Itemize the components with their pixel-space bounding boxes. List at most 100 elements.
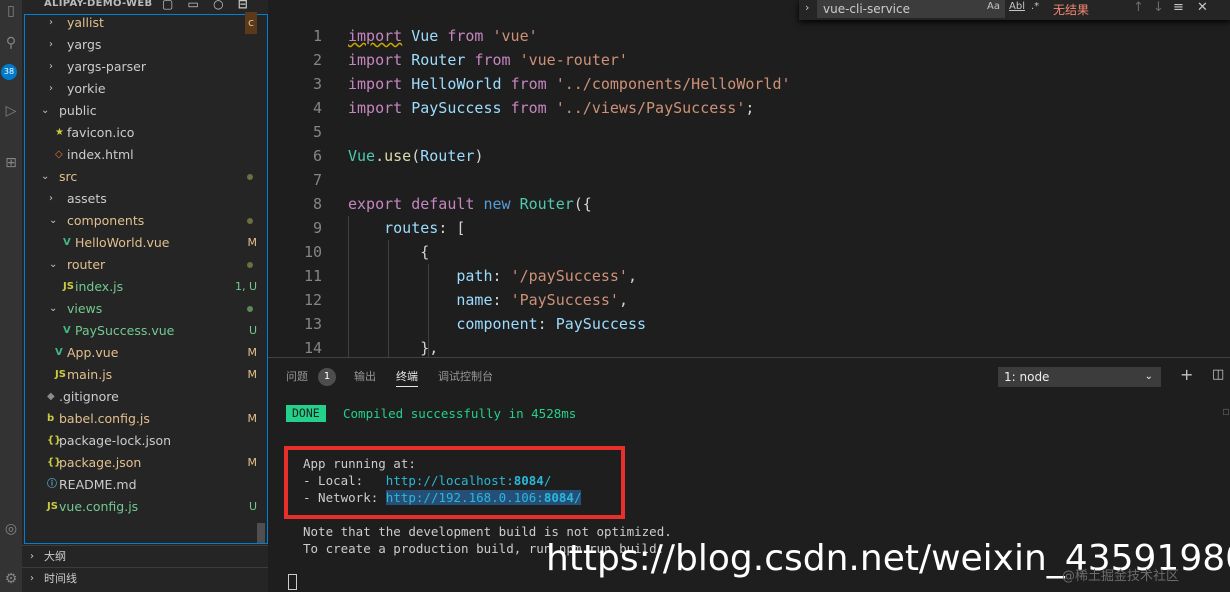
- collapse-all-icon[interactable]: ⊟: [238, 0, 248, 11]
- code-text: import Vue from 'vue': [348, 27, 538, 45]
- tree-item[interactable]: JS vue.config.js U: [25, 496, 267, 518]
- timeline-label: 时间线: [44, 572, 77, 585]
- tree-item[interactable]: ◆ .gitignore: [25, 386, 267, 408]
- tree-item[interactable]: ⌄ src: [25, 166, 267, 188]
- modified-dot: [247, 218, 253, 224]
- modified-dot: [247, 174, 253, 180]
- tree-item[interactable]: ⌄ views: [25, 298, 267, 320]
- code-line[interactable]: 7: [268, 168, 1230, 192]
- outline-section[interactable]: › 大纲: [22, 545, 268, 567]
- tree-scrollbar[interactable]: [257, 523, 265, 543]
- regex-toggle[interactable]: .*: [1031, 1, 1039, 12]
- refresh-icon[interactable]: ○: [213, 0, 223, 11]
- chevron-right-icon: ›: [49, 61, 53, 72]
- code-text: routes: [: [384, 219, 466, 237]
- tree-item[interactable]: {} package-lock.json: [25, 430, 267, 452]
- new-file-icon[interactable]: ▢: [162, 0, 173, 11]
- match-word-toggle[interactable]: Abl: [1009, 1, 1025, 12]
- tree-item[interactable]: › yargs-parser: [25, 56, 267, 78]
- run-icon[interactable]: ▷: [2, 102, 20, 120]
- git-status: U: [248, 500, 257, 513]
- tree-item[interactable]: V PaySuccess.vue U: [25, 320, 267, 342]
- tree-item[interactable]: › assets: [25, 188, 267, 210]
- tab-problems[interactable]: 问题: [286, 368, 308, 384]
- tree-item[interactable]: ⌄ public: [25, 100, 267, 122]
- code-line[interactable]: 9 routes: [: [268, 216, 1230, 240]
- code-text: import Router from 'vue-router': [348, 51, 628, 69]
- code-line[interactable]: 12 name: 'PaySuccess',: [268, 288, 1230, 312]
- js-file-icon: JS: [55, 369, 66, 380]
- files-icon[interactable]: ▯: [2, 2, 20, 20]
- tree-item-label: PaySuccess.vue: [75, 323, 175, 338]
- code-line[interactable]: 5: [268, 120, 1230, 144]
- code-line[interactable]: 10 {: [268, 240, 1230, 264]
- match-case-toggle[interactable]: Aa: [987, 1, 1000, 12]
- find-widget: › vue-cli-service Aa Abl .* 无结果 ↑ ↓ ≡ ✕: [799, 0, 1230, 20]
- new-terminal-icon[interactable]: +: [1180, 365, 1193, 384]
- tree-item[interactable]: ★ favicon.ico: [25, 122, 267, 144]
- git-status: M: [247, 346, 258, 359]
- tree-item[interactable]: {} package.json M: [25, 452, 267, 474]
- code-editor[interactable]: 1 import Vue from 'vue' 2 import Router fro…: [268, 0, 1230, 357]
- previous-match-icon[interactable]: ↑: [1133, 0, 1144, 15]
- code-line[interactable]: 4 import PaySuccess from '../views/PaySuc…: [268, 96, 1230, 120]
- js-file-icon: JS: [47, 501, 58, 512]
- code-line[interactable]: 8 export default new Router({: [268, 192, 1230, 216]
- info-icon: ⓘ: [47, 479, 57, 490]
- find-in-selection-icon[interactable]: ≡: [1173, 0, 1184, 15]
- close-icon[interactable]: ✕: [1197, 0, 1208, 15]
- tree-item[interactable]: › yallist c: [25, 12, 267, 34]
- split-terminal-icon[interactable]: ◫: [1212, 367, 1224, 382]
- explorer-header: ALIPAY-DEMO-WEB ▢ ▭ ○ ⊟: [22, 0, 268, 12]
- tree-item[interactable]: ⓘ README.md: [25, 474, 267, 496]
- timeline-section[interactable]: › 时间线: [22, 567, 268, 589]
- tree-item-label: index.js: [75, 279, 124, 294]
- explorer-sidebar: ALIPAY-DEMO-WEB ▢ ▭ ○ ⊟ › yallist c › yargs ›…: [22, 0, 268, 592]
- tree-item[interactable]: › yargs: [25, 34, 267, 56]
- indent-guide: [348, 216, 349, 357]
- code-line[interactable]: 3 import HelloWorld from '../components/H…: [268, 72, 1230, 96]
- toggle-replace-icon[interactable]: ›: [805, 1, 809, 14]
- code-line[interactable]: 13 component: PaySuccess: [268, 312, 1230, 336]
- project-title[interactable]: ALIPAY-DEMO-WEB: [44, 0, 152, 9]
- tree-item[interactable]: JS main.js M: [25, 364, 267, 386]
- terminal-select[interactable]: 1: node ⌄: [998, 367, 1161, 387]
- tree-item[interactable]: V HelloWorld.vue M: [25, 232, 267, 254]
- line-number: 2: [312, 51, 322, 69]
- line-number: 3: [312, 75, 322, 93]
- tab-output[interactable]: 输出: [354, 368, 376, 384]
- terminal-select-value: 1: node: [1004, 370, 1050, 384]
- code-line[interactable]: 6 Vue.use(Router): [268, 144, 1230, 168]
- tree-item[interactable]: V App.vue M: [25, 342, 267, 364]
- new-folder-icon[interactable]: ▭: [188, 0, 199, 11]
- extensions-icon[interactable]: ⊞: [2, 154, 20, 172]
- tree-item[interactable]: ⌄ router: [25, 254, 267, 276]
- code-line[interactable]: 2 import Router from 'vue-router': [268, 48, 1230, 72]
- search-icon[interactable]: ⚲: [2, 34, 20, 52]
- vue-file-icon: V: [55, 347, 63, 358]
- code-line[interactable]: 14 },: [268, 336, 1230, 357]
- account-icon[interactable]: ◎: [2, 520, 20, 538]
- tree-item-label: README.md: [59, 477, 137, 492]
- tree-item-label: main.js: [67, 367, 113, 382]
- chevron-down-icon: ⌄: [49, 215, 58, 226]
- tree-item[interactable]: ◇ index.html: [25, 144, 267, 166]
- explorer-actions: ▢ ▭ ○ ⊟: [162, 0, 248, 11]
- tree-item[interactable]: JS index.js 1, U: [25, 276, 267, 298]
- tab-debug-console[interactable]: 调试控制台: [438, 368, 493, 384]
- tree-item-label: HelloWorld.vue: [75, 235, 170, 250]
- code-line[interactable]: 11 path: '/paySuccess',: [268, 264, 1230, 288]
- tab-terminal[interactable]: 终端: [396, 368, 418, 387]
- tree-item[interactable]: b babel.config.js M: [25, 408, 267, 430]
- settings-gear-icon[interactable]: ⚙: [2, 570, 20, 588]
- next-match-icon[interactable]: ↓: [1153, 0, 1164, 15]
- code-line[interactable]: 1 import Vue from 'vue': [268, 24, 1230, 48]
- tree-item-label: favicon.ico: [67, 125, 135, 140]
- tree-item[interactable]: ⌄ components: [25, 210, 267, 232]
- code-text: path: '/paySuccess',: [456, 267, 637, 285]
- find-input[interactable]: vue-cli-service: [817, 0, 1005, 18]
- tree-item[interactable]: › yorkie: [25, 78, 267, 100]
- tree-item-label: package-lock.json: [59, 433, 172, 448]
- code-text: import HelloWorld from '../components/He…: [348, 75, 791, 93]
- source-control-badge: 38: [1, 64, 17, 80]
